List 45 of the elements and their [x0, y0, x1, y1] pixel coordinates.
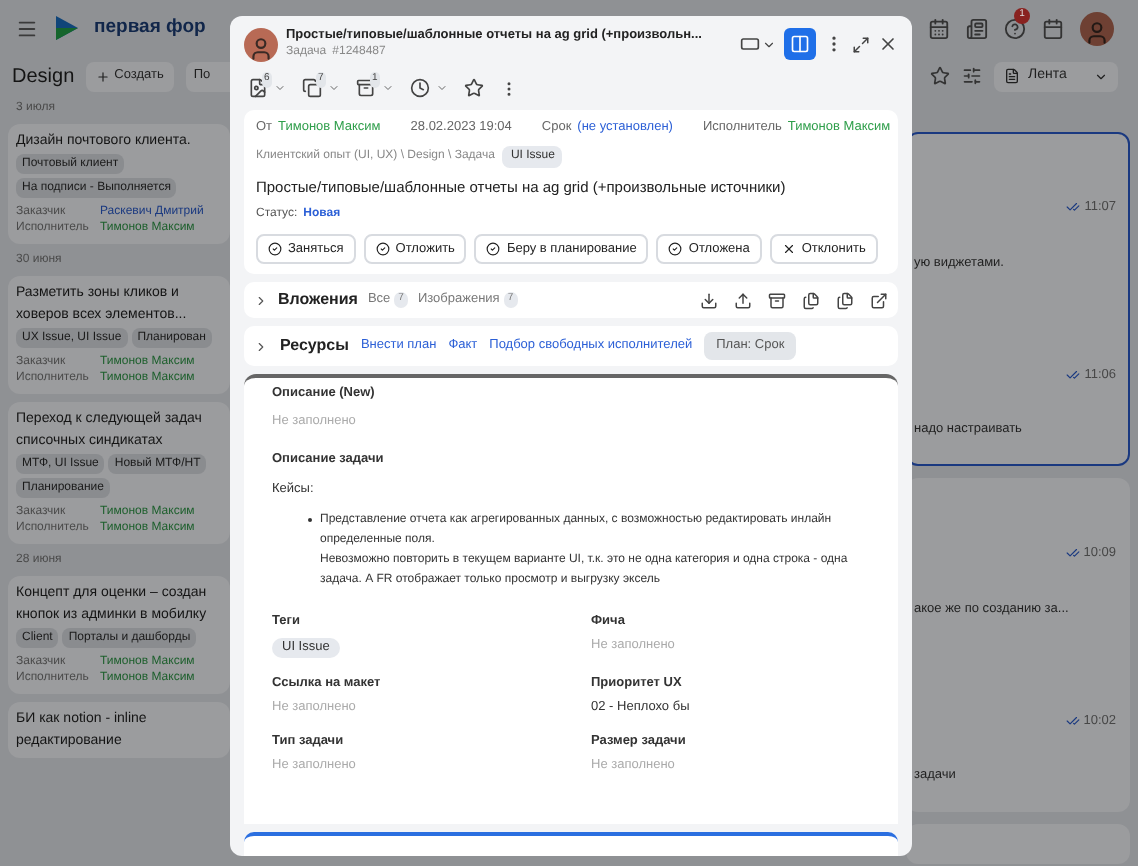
star-icon[interactable]	[930, 66, 950, 86]
read-check-icon	[1066, 367, 1081, 382]
board-title: Design	[12, 63, 75, 91]
help-icon[interactable]	[1004, 17, 1026, 39]
read-check-icon	[1066, 200, 1081, 215]
collapsed-section[interactable]	[244, 832, 898, 856]
file-icon[interactable]	[248, 78, 268, 98]
archive-icon[interactable]	[768, 291, 786, 309]
check-circle-icon	[668, 242, 683, 256]
close-icon	[781, 242, 796, 256]
user-avatar[interactable]	[1080, 11, 1114, 45]
section-title: Вложения	[278, 288, 358, 312]
upload-icon[interactable]	[734, 291, 752, 309]
expand-icon[interactable]	[852, 35, 870, 53]
caret-icon	[1094, 69, 1108, 83]
document-icon	[1004, 68, 1020, 84]
close-icon[interactable]	[878, 34, 898, 54]
logo-icon	[52, 14, 80, 42]
plus-icon	[96, 69, 111, 83]
layout-button[interactable]	[784, 28, 816, 60]
caret-icon[interactable]	[762, 37, 776, 51]
star-icon[interactable]	[464, 78, 484, 98]
read-check-icon	[1065, 713, 1080, 728]
columns-icon	[790, 34, 810, 54]
calendar-icon[interactable]	[928, 17, 950, 39]
external-link-icon[interactable]	[870, 291, 888, 309]
read-check-icon	[1065, 546, 1080, 561]
files-icon[interactable]	[836, 291, 854, 309]
check-circle-icon	[486, 242, 501, 256]
copy-icon[interactable]	[302, 78, 322, 98]
section-title: Ресурсы	[280, 334, 349, 358]
check-circle-icon	[375, 242, 390, 256]
author-avatar	[244, 27, 278, 61]
check-circle-icon	[268, 242, 282, 256]
clock-icon[interactable]	[410, 78, 430, 98]
app-name: первая фор	[94, 13, 206, 42]
files-icon[interactable]	[802, 291, 820, 309]
calendar-icon[interactable]	[1042, 17, 1064, 39]
document-icon[interactable]	[966, 17, 988, 39]
panel-icon[interactable]	[740, 34, 760, 54]
download-icon[interactable]	[700, 291, 718, 309]
chevron-icon[interactable]	[254, 293, 268, 307]
filter-icon[interactable]	[962, 66, 982, 86]
chevron-icon[interactable]	[254, 339, 268, 353]
menu-icon[interactable]	[16, 17, 38, 39]
